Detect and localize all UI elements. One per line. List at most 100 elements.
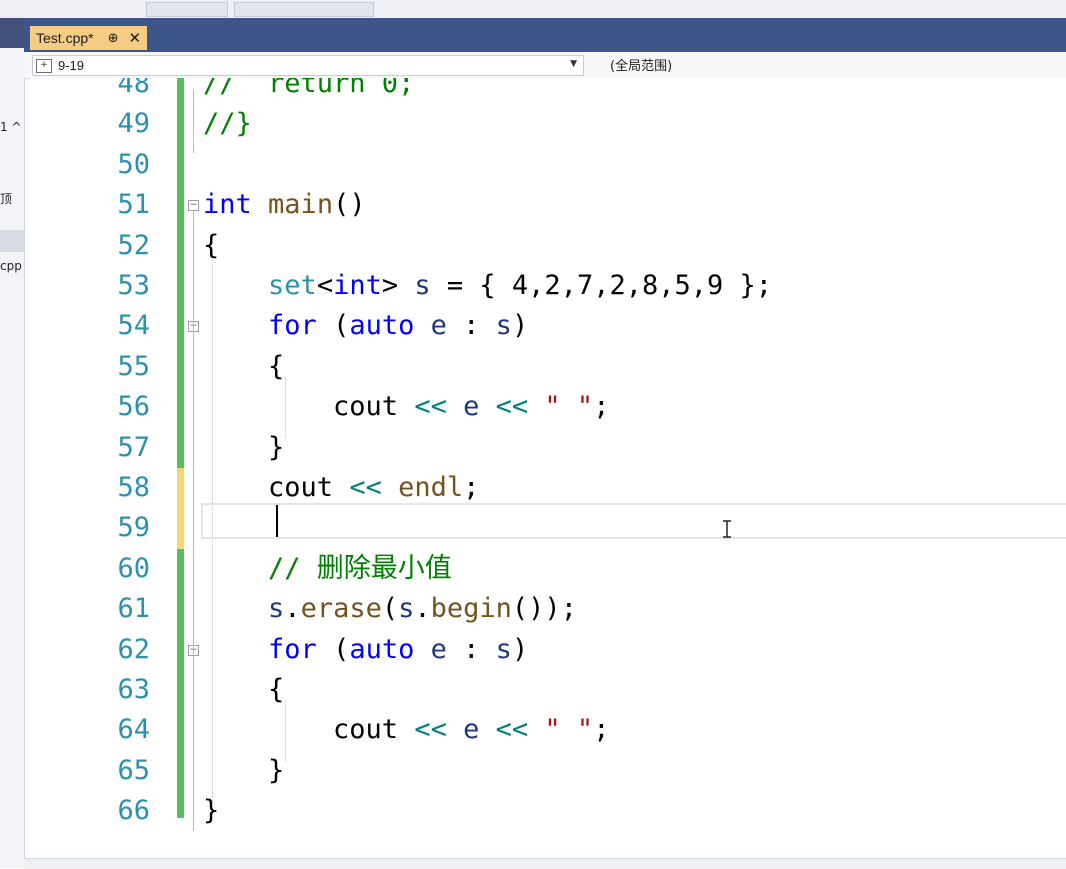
code-line[interactable]: { <box>203 230 219 261</box>
navigation-bar: + 9-19 ▼ (全局范围) <box>24 52 1066 79</box>
code-line[interactable]: cout << e << " "; <box>203 392 609 422</box>
code-line[interactable]: cout << e << " "; <box>203 715 609 745</box>
code-line[interactable]: { <box>203 350 285 382</box>
code-editor[interactable]: 48 49 50 51 52 53 54 55 56 57 58 59 60 61 62 63 64 65 66 −… <box>30 78 1066 868</box>
line-number: 63 <box>117 674 150 705</box>
code-token: for <box>268 633 317 665</box>
code-token: << <box>414 391 447 423</box>
code-token: () <box>333 189 366 221</box>
panel-snippet-3[interactable]: cpp <box>0 259 22 273</box>
line-number: 51 <box>117 189 150 221</box>
code-line[interactable]: } <box>203 754 285 786</box>
code-line[interactable]: { <box>203 675 284 705</box>
code-token: auto <box>349 310 415 342</box>
code-line[interactable]: for (auto e : s) <box>203 633 529 665</box>
tab-label: Test.cpp* <box>36 30 94 46</box>
scope-label: (全局范围) <box>610 59 673 74</box>
code-line[interactable]: s.erase(s.begin()); <box>203 594 577 624</box>
line-number: 58 <box>117 472 150 503</box>
line-number-gutter: 48 49 50 51 52 53 54 55 56 57 58 59 60 61 62 63 64 65 66 <box>30 78 150 868</box>
code-line[interactable]: set<int> s = { 4,2,7,2,8,5,9 }; <box>203 271 772 301</box>
fold-region-line <box>193 211 194 832</box>
code-token: } <box>203 795 220 827</box>
fold-region-line <box>193 90 194 153</box>
code-token: // 删除最小值 <box>268 552 452 584</box>
line-number: 66 <box>117 795 150 827</box>
code-line[interactable]: // 删除最小值 <box>203 552 452 584</box>
tab-test-cpp[interactable]: Test.cpp* ⊕ ✕ <box>30 26 148 50</box>
code-token: : <box>446 633 496 665</box>
code-token: ; <box>463 472 480 503</box>
line-number: 61 <box>117 593 150 625</box>
code-token: = { 4,2,7,2,8,5,9 }; <box>430 270 773 301</box>
code-token: ; <box>593 391 610 423</box>
code-token: e <box>430 633 447 665</box>
code-token: . <box>414 593 431 625</box>
line-number: 54 <box>117 310 150 342</box>
code-line[interactable]: for (auto e : s) <box>203 311 528 341</box>
project-icon: + <box>36 58 52 73</box>
project-dropdown[interactable]: + 9-19 ▼ <box>32 55 584 76</box>
code-token: << <box>414 714 447 746</box>
close-icon[interactable]: ✕ <box>129 29 142 47</box>
collapse-icon[interactable]: − <box>188 200 199 212</box>
code-token: > <box>381 270 415 301</box>
line-number: 53 <box>117 270 150 301</box>
code-token: e <box>430 310 447 342</box>
code-token: for <box>268 310 317 342</box>
code-line[interactable]: } <box>203 432 284 463</box>
text-caret <box>276 505 278 537</box>
code-token: ()); <box>511 593 577 625</box>
code-line[interactable]: cout << endl; <box>203 473 479 503</box>
code-token: ( <box>316 633 350 665</box>
line-number: 50 <box>117 148 150 180</box>
code-token: ) <box>511 310 529 342</box>
panel-header <box>0 18 24 48</box>
document-tab-strip: Test.cpp* ⊕ ✕ <box>24 18 1066 52</box>
line-number: 59 <box>117 512 150 544</box>
panel-snippet-1: 1 ^ <box>0 120 22 134</box>
code-token: int <box>333 270 382 301</box>
code-token: < <box>316 270 334 301</box>
code-token: auto <box>349 633 415 665</box>
project-name: 9-19 <box>58 58 85 73</box>
code-token: { <box>203 674 285 705</box>
code-line[interactable]: int main() <box>203 190 366 220</box>
code-token: ) <box>511 633 529 665</box>
line-number: 64 <box>117 714 150 746</box>
line-number: 55 <box>117 350 150 382</box>
panel-snippet-2: 顶 <box>0 192 13 206</box>
code-token: //} <box>203 108 252 140</box>
code-token: cout <box>203 714 415 746</box>
code-token: e <box>463 714 480 746</box>
code-token: } <box>203 754 285 786</box>
line-number: 49 <box>117 108 150 140</box>
code-line[interactable]: } <box>203 796 219 826</box>
code-token: " " <box>544 391 594 423</box>
pin-icon[interactable]: ⊕ <box>108 31 119 46</box>
code-token: ( <box>381 593 399 625</box>
line-number: 56 <box>117 391 150 423</box>
line-number: 48 <box>117 78 150 99</box>
panel-selected-item[interactable] <box>0 230 24 252</box>
code-line[interactable]: //} <box>203 109 252 139</box>
chevron-down-icon[interactable]: ▼ <box>570 59 577 69</box>
code-token: s <box>268 593 285 625</box>
toolbar-dropdown-2[interactable] <box>234 2 374 17</box>
code-token: s <box>495 633 512 665</box>
scope-dropdown[interactable]: (全局范围) <box>586 55 1056 74</box>
toolbar-dropdown[interactable] <box>146 2 228 17</box>
code-token: ( <box>316 310 350 342</box>
code-token: { <box>203 350 285 382</box>
code-line[interactable]: // return 0; <box>203 78 414 99</box>
code-token: ; <box>593 714 610 746</box>
